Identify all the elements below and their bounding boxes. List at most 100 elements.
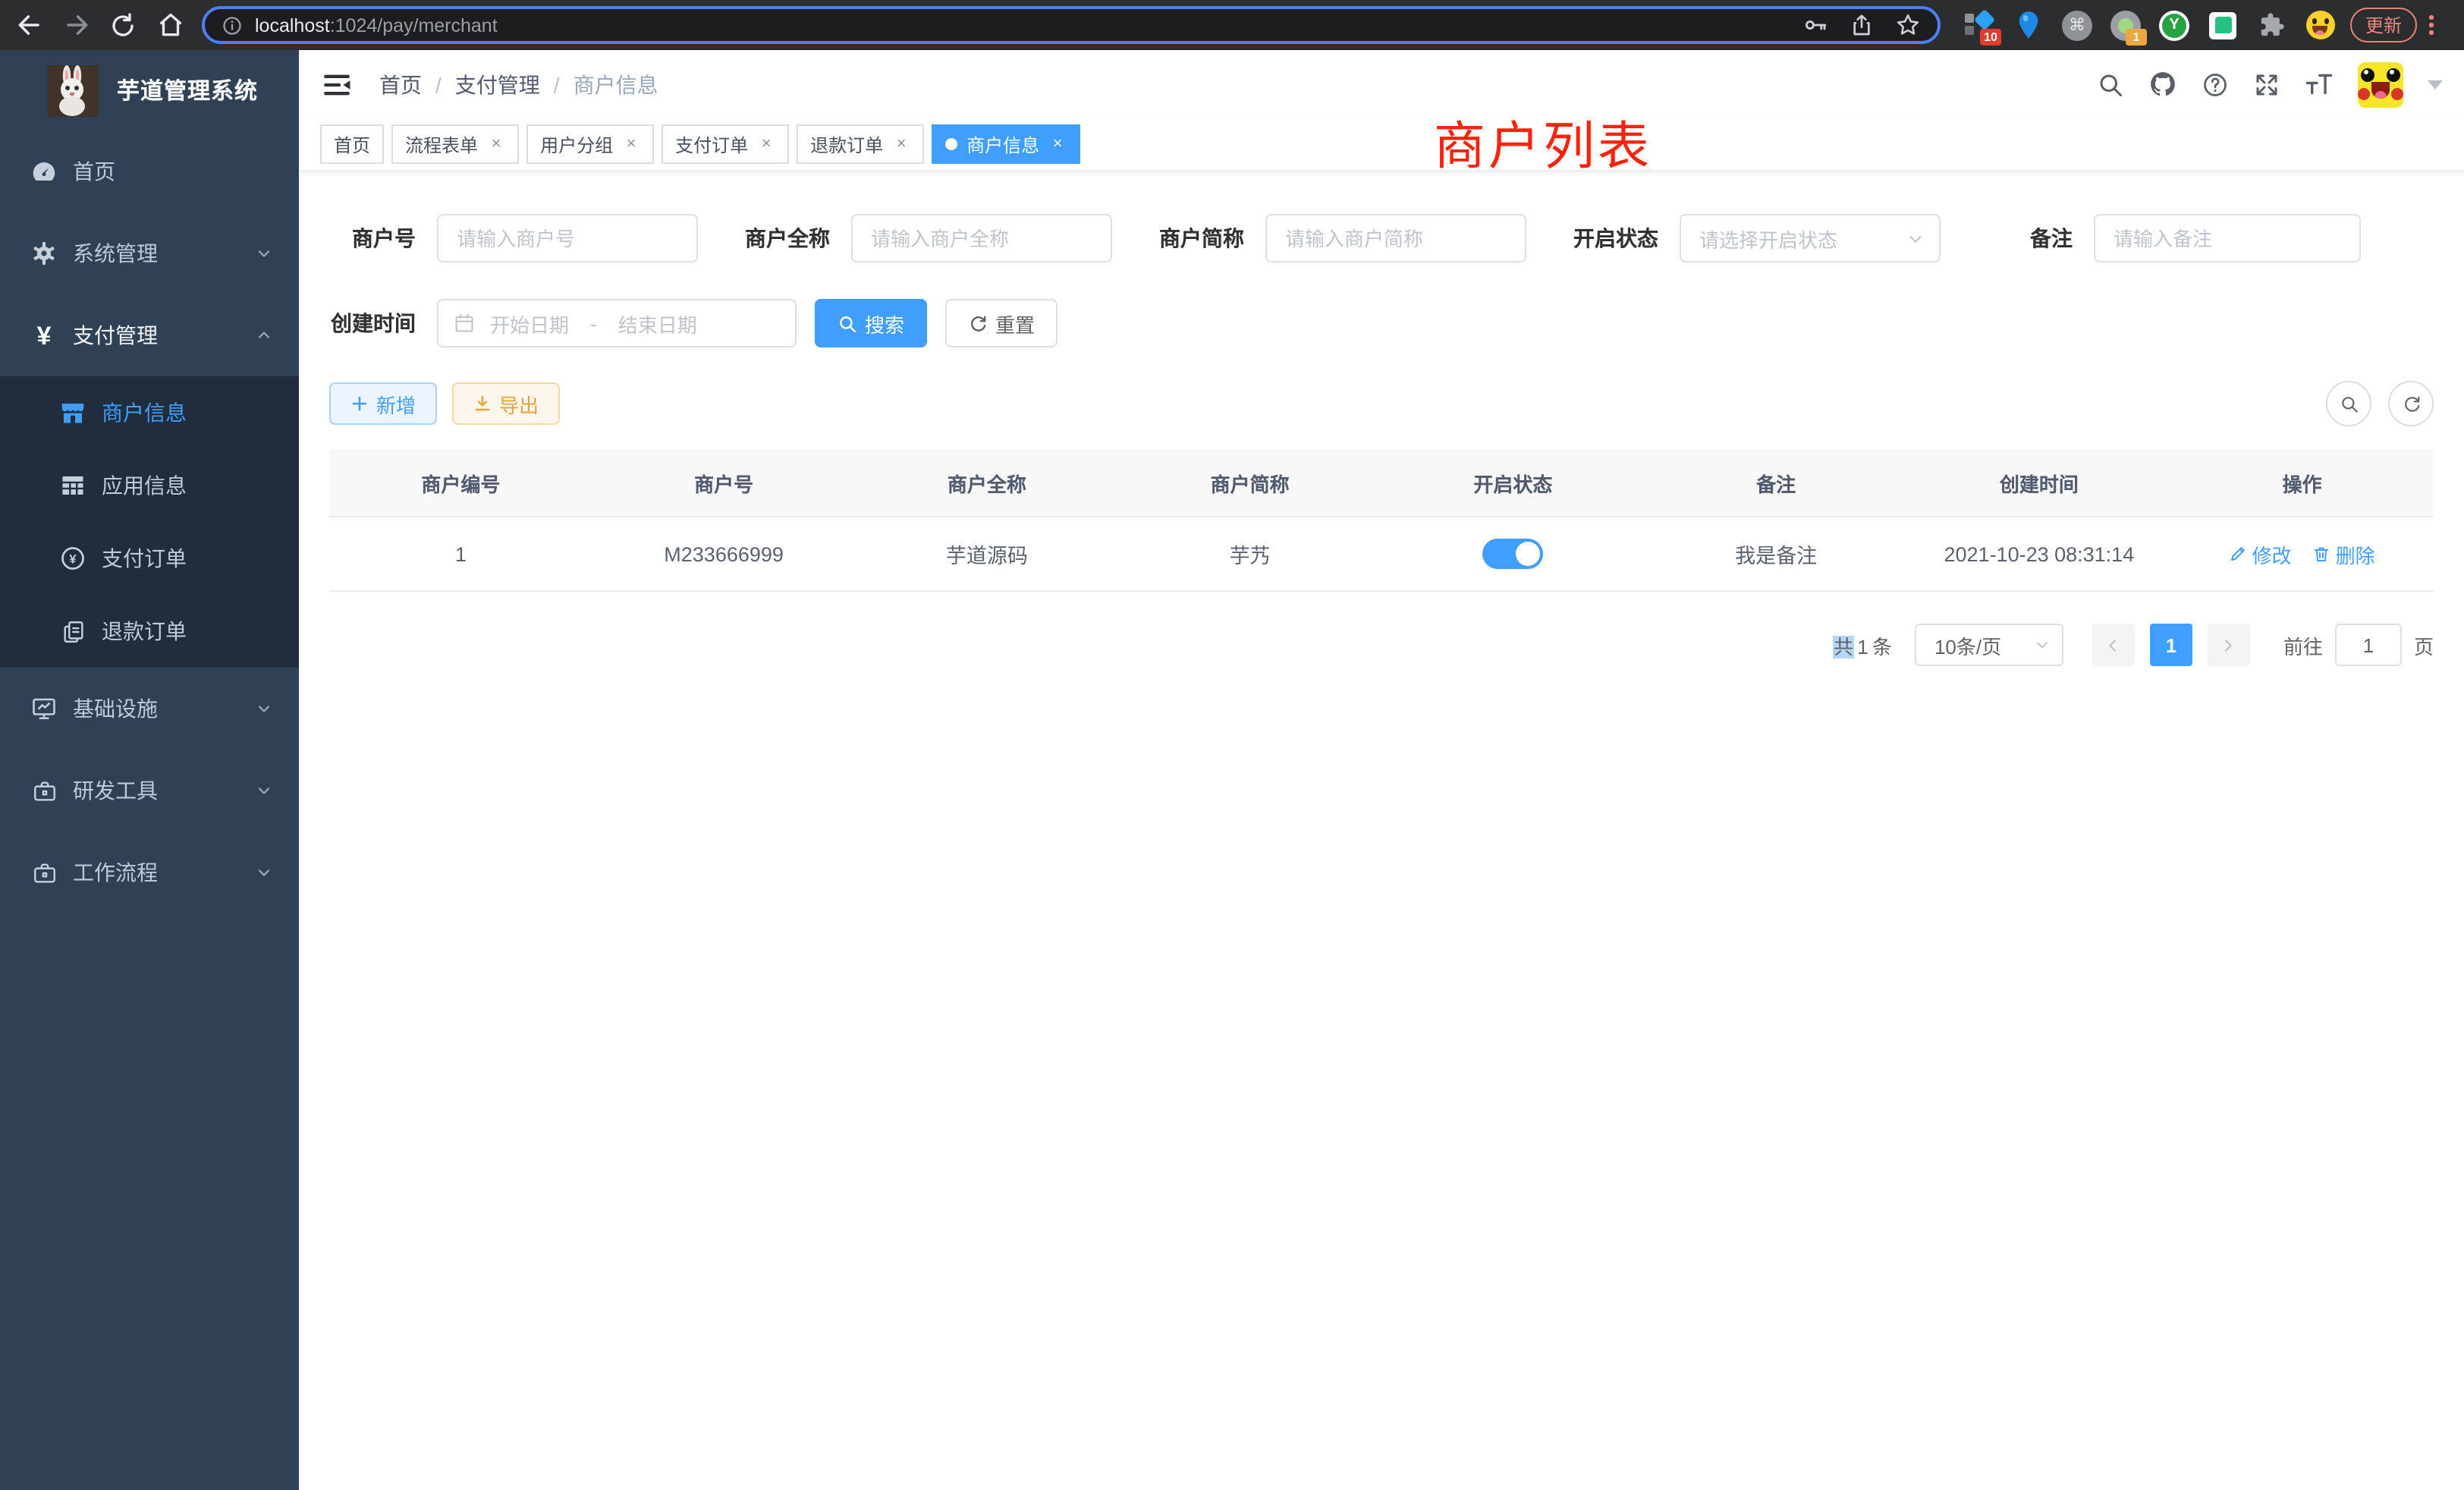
sidebar-item-app-info[interactable]: 应用信息 (0, 449, 299, 522)
plus-icon (350, 395, 369, 413)
tab-refund-order[interactable]: 退款订单 (797, 124, 924, 164)
extension-badge: 1 (2126, 28, 2147, 45)
extension-y-icon[interactable]: Y (2159, 10, 2189, 40)
fullscreen-icon[interactable] (2253, 71, 2280, 98)
tab-user-group[interactable]: 用户分组 (526, 124, 654, 164)
browser-back-button[interactable] (9, 5, 49, 45)
delete-link[interactable]: 删除 (2313, 539, 2375, 568)
extension-balloon-icon[interactable] (2013, 10, 2044, 40)
address-bar[interactable]: localhost:1024/pay/merchant (202, 6, 1941, 44)
browser-home-button[interactable] (150, 5, 190, 45)
browser-update-button[interactable]: 更新 (2350, 8, 2417, 42)
sidebar-item-infra[interactable]: 基础设施 (0, 668, 299, 750)
browser-reload-button[interactable] (103, 5, 143, 45)
tab-process-form[interactable]: 流程表单 (391, 124, 519, 164)
sidebar-item-label: 研发工具 (73, 775, 158, 806)
sidebar-item-refund-order[interactable]: 退款订单 (0, 595, 299, 668)
close-icon[interactable] (757, 135, 775, 153)
search-button[interactable]: 搜索 (815, 299, 927, 347)
column-header: 创建时间 (1908, 468, 2171, 497)
remark-input[interactable] (2094, 214, 2361, 262)
cell-short-name: 芋艿 (1118, 539, 1381, 569)
merchant-no-input[interactable] (437, 214, 698, 262)
end-date-placeholder: 结束日期 (618, 309, 697, 338)
create-time-range-picker[interactable]: 开始日期 - 结束日期 (437, 299, 797, 347)
chevron-down-icon (1907, 230, 1924, 247)
edit-link-label: 修改 (2252, 539, 2292, 568)
sidebar-item-system[interactable]: 系统管理 (0, 212, 299, 294)
search-icon[interactable] (2097, 71, 2124, 98)
status-toggle[interactable] (1482, 539, 1543, 569)
prev-page-button[interactable] (2092, 624, 2135, 666)
github-icon[interactable] (2148, 70, 2177, 99)
app-logo[interactable]: 芋道管理系统 (0, 50, 299, 130)
export-button-label: 导出 (499, 389, 539, 418)
full-name-label: 商户全称 (743, 223, 830, 253)
sidebar-item-dev-tools[interactable]: 研发工具 (0, 750, 299, 831)
extension-recorder-icon[interactable]: 1 (2110, 10, 2141, 40)
page-number-current[interactable]: 1 (2150, 624, 2192, 666)
payment-submenu: 商户信息 应用信息 ¥ 支付订单 退款订单 (0, 376, 299, 668)
breadcrumb-item[interactable]: 支付管理 (455, 69, 540, 99)
share-icon[interactable] (1850, 12, 1874, 38)
full-name-input[interactable] (851, 214, 1112, 262)
yen-circle-icon: ¥ (58, 543, 88, 574)
site-info-icon[interactable] (222, 14, 243, 36)
sidebar-item-workflow[interactable]: 工作流程 (0, 831, 299, 913)
profile-emoji-icon[interactable] (2305, 10, 2335, 40)
password-key-icon[interactable] (1802, 12, 1828, 38)
tab-merchant-info[interactable]: 商户信息 (932, 124, 1080, 164)
browser-menu-icon[interactable] (2429, 16, 2433, 35)
total-text: 共 1 条 (1834, 630, 1892, 659)
avatar-dropdown-caret-icon[interactable] (2428, 80, 2443, 89)
sidebar-item-pay-order[interactable]: ¥ 支付订单 (0, 522, 299, 595)
sidebar-item-label: 工作流程 (73, 857, 158, 888)
header-actions (2097, 61, 2443, 107)
sidebar-collapse-button[interactable] (322, 69, 352, 99)
breadcrumb-separator: / (435, 72, 442, 96)
close-icon[interactable] (1048, 135, 1067, 153)
extension-diamond-icon[interactable]: 10 (1965, 10, 1995, 40)
add-button[interactable]: 新增 (329, 382, 437, 425)
extension-command-icon[interactable]: ⌘ (2062, 10, 2092, 40)
page-size-select[interactable]: 10条/页 (1915, 624, 2063, 666)
export-button[interactable]: 导出 (452, 382, 560, 425)
page-annotation-title: 商户列表 (1434, 105, 1652, 179)
refresh-table-button[interactable] (2388, 381, 2434, 426)
edit-link[interactable]: 修改 (2230, 539, 2292, 568)
avatar[interactable] (2358, 61, 2403, 107)
sidebar-item-home[interactable]: 首页 (0, 130, 299, 212)
extensions-puzzle-icon[interactable] (2256, 10, 2286, 40)
sidebar-item-payment[interactable]: ¥ 支付管理 (0, 294, 299, 376)
help-icon[interactable] (2202, 71, 2229, 98)
refresh-icon (2401, 394, 2421, 413)
chevron-down-icon (255, 781, 273, 800)
column-header: 商户简称 (1118, 468, 1381, 497)
goto-page-input[interactable] (2335, 624, 2402, 666)
status-select[interactable]: 请选择开启状态 (1680, 214, 1941, 262)
table-header-row: 商户编号 商户号 商户全称 商户简称 开启状态 备注 创建时间 操作 (329, 449, 2434, 517)
extension-chat-icon[interactable] (2208, 10, 2238, 40)
dashboard-icon (29, 156, 59, 187)
calendar-icon (454, 313, 475, 334)
font-size-icon[interactable] (2305, 71, 2334, 97)
sidebar: 芋道管理系统 首页 系统管理 ¥ 支付管理 商户信息 (0, 50, 299, 1490)
close-icon[interactable] (622, 135, 640, 153)
active-tab-dot (945, 138, 957, 150)
tab-home[interactable]: 首页 (320, 124, 384, 164)
reset-button[interactable]: 重置 (945, 299, 1058, 347)
short-name-input[interactable] (1265, 214, 1526, 262)
sidebar-item-merchant-info[interactable]: 商户信息 (0, 376, 299, 449)
browser-forward-button[interactable] (56, 5, 96, 45)
extension-badge: 10 (1980, 28, 2001, 45)
bookmark-star-icon[interactable] (1895, 12, 1921, 38)
add-button-label: 新增 (376, 389, 416, 418)
breadcrumb-item[interactable]: 首页 (379, 69, 422, 99)
toggle-search-button[interactable] (2326, 381, 2371, 426)
tab-pay-order[interactable]: 支付订单 (662, 124, 789, 164)
create-time-label: 创建时间 (329, 308, 416, 338)
close-icon[interactable] (892, 135, 910, 153)
column-header: 开启状态 (1381, 468, 1645, 497)
close-icon[interactable] (487, 135, 505, 153)
next-page-button[interactable] (2208, 624, 2250, 666)
